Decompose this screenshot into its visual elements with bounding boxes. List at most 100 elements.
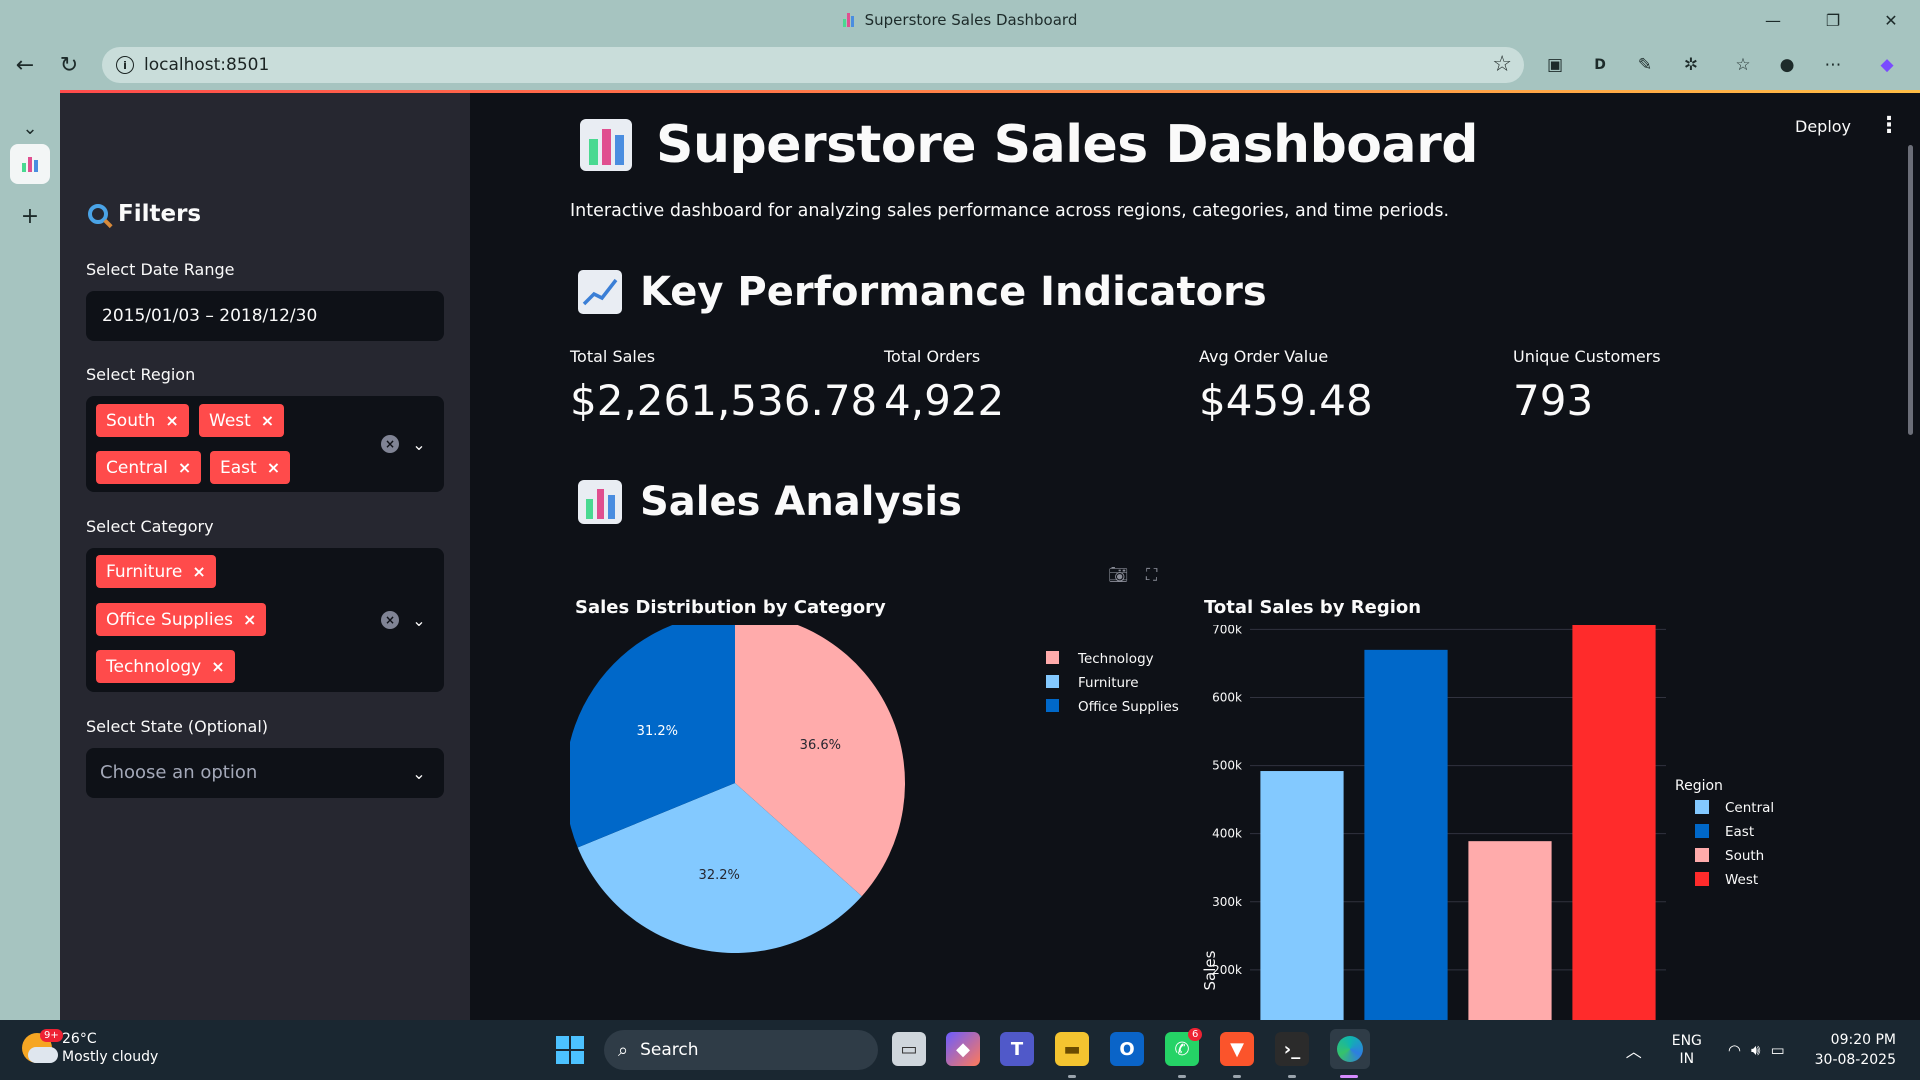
legend-swatch — [1695, 824, 1709, 838]
more-options-icon[interactable]: ⋯ — [1818, 50, 1848, 80]
favorites-icon[interactable]: ☆ — [1728, 50, 1758, 80]
weather-widget[interactable]: 9+ 26°C Mostly cloudy — [22, 1029, 158, 1066]
main-menu-icon[interactable]: ⋮ — [1878, 113, 1900, 138]
reload-icon[interactable]: ↻ — [52, 48, 86, 82]
browser-toolbar: ← ↻ i localhost:8501 ☆ ▣ D ✎ ✲ ☆ ● ⋯ ◆ — [0, 40, 1920, 92]
remove-chip-icon[interactable]: × — [192, 562, 205, 581]
category-label: Select Category — [86, 517, 214, 536]
chevron-down-icon[interactable]: ⌄ — [410, 611, 428, 630]
date-range-input[interactable]: 2015/01/03 – 2018/12/30 — [86, 291, 444, 341]
magnifier-icon — [88, 204, 108, 224]
pie-chart-title: Sales Distribution by Category — [575, 597, 886, 618]
metric-unique-customers: Unique Customers 793 — [1513, 347, 1661, 425]
active-tab-chart-icon[interactable] — [10, 144, 50, 184]
state-label: Select State (Optional) — [86, 717, 269, 736]
remove-chip-icon[interactable]: × — [243, 610, 256, 629]
fullscreen-icon[interactable]: ⛶ — [1146, 565, 1157, 585]
bar-chart-emoji-icon — [580, 119, 632, 171]
search-label: Search — [640, 1040, 699, 1060]
region-chip-east[interactable]: East × — [210, 451, 291, 484]
date-range-label: Select Date Range — [86, 260, 235, 279]
input-language[interactable]: ENG IN — [1672, 1032, 1702, 1068]
favorite-star-icon[interactable]: ☆ — [1492, 52, 1512, 77]
legend-entry: East — [1725, 824, 1754, 840]
pen-extension-icon[interactable]: ✎ — [1630, 50, 1660, 80]
state-select[interactable]: Choose an option ⌄ — [86, 748, 444, 798]
remove-chip-icon[interactable]: × — [178, 458, 191, 477]
wifi-icon[interactable]: ◠ — [1728, 1041, 1741, 1059]
category-chip-furniture[interactable]: Furniture × — [96, 555, 216, 588]
back-icon[interactable]: ← — [8, 48, 42, 82]
category-chip-technology[interactable]: Technology × — [96, 650, 235, 683]
new-tab-plus-icon[interactable]: + — [10, 196, 50, 236]
teams-icon[interactable]: T — [1000, 1032, 1034, 1066]
collapse-tabs-chevron-icon[interactable]: ⌄ — [10, 108, 50, 148]
legend-entry: Furniture — [1078, 675, 1139, 691]
restore-icon[interactable]: ❐ — [1810, 0, 1856, 40]
metric-label: Avg Order Value — [1199, 347, 1329, 366]
lang-code: ENG — [1671, 1033, 1702, 1049]
bar-chart: 0100k200k300k400k500k600k700kSalesRegion… — [1201, 625, 1774, 1020]
show-hidden-icons-chevron-icon[interactable]: ︿ — [1626, 1038, 1642, 1062]
task-view-icon[interactable]: ▭ — [892, 1032, 926, 1066]
brave-browser-icon[interactable]: ▼ — [1220, 1032, 1254, 1066]
bar-east — [1364, 649, 1448, 1020]
chevron-down-icon[interactable]: ⌄ — [410, 764, 428, 783]
edge-browser-icon[interactable] — [1330, 1029, 1370, 1069]
volume-icon[interactable]: 🔊︎ — [1751, 1041, 1760, 1059]
remove-chip-icon[interactable]: × — [261, 411, 274, 430]
region-multiselect[interactable]: South × West × Central × East × × ⌄ — [86, 396, 444, 492]
y-tick-label: 600k — [1212, 691, 1242, 705]
y-tick-label: 400k — [1212, 827, 1242, 841]
extensions-puzzle-icon[interactable]: ✲ — [1676, 50, 1706, 80]
running-indicator — [1068, 1075, 1076, 1078]
clock-time: 09:20 PM — [1830, 1032, 1896, 1048]
bar-west — [1572, 625, 1656, 1020]
category-chip-office-supplies[interactable]: Office Supplies × — [96, 603, 267, 636]
scrollbar[interactable] — [1908, 145, 1913, 435]
file-explorer-icon[interactable]: ▬ — [1055, 1032, 1089, 1066]
sidebar-title-text: Filters — [118, 201, 202, 227]
copilot-icon[interactable]: ◆ — [1872, 50, 1902, 80]
deploy-button[interactable]: Deploy — [1795, 117, 1851, 136]
lang-region: IN — [1679, 1051, 1695, 1067]
y-axis-label: Sales — [1201, 950, 1219, 990]
browser-title-bar: Superstore Sales Dashboard — ❐ ✕ — [0, 0, 1920, 40]
active-app-indicator — [1340, 1075, 1358, 1078]
metric-value: $2,261,536.78 — [570, 376, 878, 425]
profile-avatar-icon[interactable]: ● — [1772, 50, 1802, 80]
remove-chip-icon[interactable]: × — [165, 411, 178, 430]
battery-icon[interactable]: ▭ — [1770, 1041, 1784, 1059]
remove-chip-icon[interactable]: × — [267, 458, 280, 477]
weather-badge: 9+ — [40, 1029, 63, 1042]
window-title-text: Superstore Sales Dashboard — [864, 11, 1078, 29]
site-info-icon[interactable]: i — [116, 56, 134, 74]
region-chip-central[interactable]: Central × — [96, 451, 202, 484]
clear-all-icon[interactable]: × — [381, 435, 399, 453]
legend-entry: Central — [1725, 800, 1774, 816]
remove-chip-icon[interactable]: × — [211, 657, 224, 676]
legend-title: Region — [1675, 778, 1723, 794]
terminal-icon[interactable]: ›_ — [1275, 1032, 1309, 1066]
chart-increasing-emoji-icon — [578, 270, 622, 314]
camera-icon[interactable]: 📷︎ — [1108, 565, 1128, 584]
address-bar[interactable]: i localhost:8501 ☆ — [102, 47, 1524, 83]
chevron-down-icon[interactable]: ⌄ — [410, 435, 428, 454]
taskbar-search[interactable]: ⌕ Search — [604, 1030, 878, 1070]
category-multiselect[interactable]: Furniture × Office Supplies × Technology × … — [86, 548, 444, 692]
copilot-app-icon[interactable]: ◆ — [946, 1032, 980, 1066]
extension-d-icon[interactable]: D — [1585, 50, 1615, 80]
clock[interactable]: 09:20 PM 30-08-2025 — [1815, 1030, 1896, 1070]
region-chip-west[interactable]: West × — [199, 404, 285, 437]
minimize-icon[interactable]: — — [1750, 0, 1796, 40]
close-window-icon[interactable]: ✕ — [1868, 0, 1914, 40]
outlook-icon[interactable]: O — [1110, 1032, 1144, 1066]
legend-swatch — [1695, 800, 1709, 814]
region-chip-south[interactable]: South × — [96, 404, 189, 437]
screen-capture-icon[interactable]: ▣ — [1540, 50, 1570, 80]
clear-all-icon[interactable]: × — [381, 611, 399, 629]
legend-swatch — [1046, 699, 1059, 712]
metric-label: Unique Customers — [1513, 347, 1661, 366]
metric-total-sales: Total Sales $2,261,536.78 — [570, 347, 877, 425]
windows-start-icon[interactable] — [553, 1033, 587, 1067]
